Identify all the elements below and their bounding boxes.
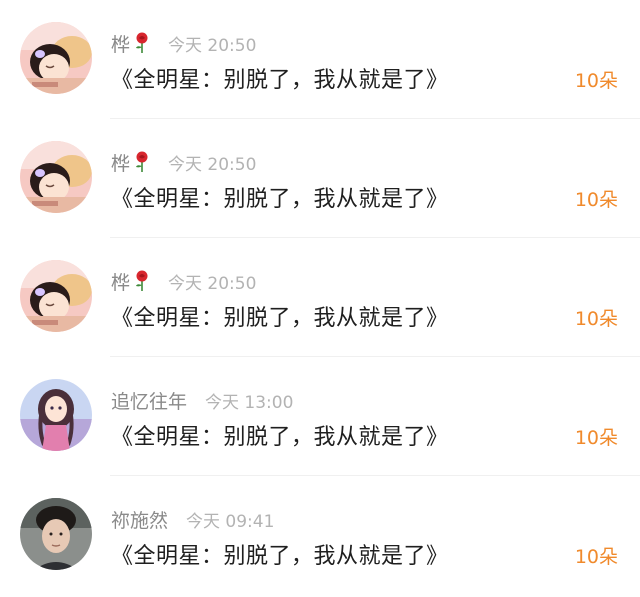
- young-man-avatar-icon: [20, 498, 92, 570]
- gift-amount: 10朵: [574, 546, 618, 568]
- user-avatar[interactable]: [20, 260, 92, 332]
- message-time: 今天 20:50: [168, 154, 257, 175]
- message-content: 《全明星：别脱了，我从就是了》: [111, 544, 449, 569]
- rose-icon: [134, 270, 150, 292]
- rose-icon: [134, 32, 150, 54]
- baby-sleeping-avatar-icon: [20, 22, 92, 94]
- message-content: 《全明星：别脱了，我从就是了》: [111, 68, 449, 93]
- message-meta: 桦 今天 20:50: [111, 30, 256, 56]
- list-item[interactable]: 桦 今天 20:50 《全明星：别脱了，我从就是了》 10朵: [0, 0, 640, 119]
- user-avatar[interactable]: [20, 498, 92, 570]
- baby-sleeping-avatar-icon: [20, 260, 92, 332]
- anime-girl-avatar-icon: [20, 379, 92, 451]
- message-time: 今天 13:00: [205, 392, 294, 413]
- rose-icon: [134, 151, 150, 173]
- list-item[interactable]: 桦 今天 20:50 《全明星：别脱了，我从就是了》 10朵: [0, 238, 640, 357]
- user-name[interactable]: 桦: [111, 30, 130, 57]
- list-item[interactable]: 追忆往年 今天 13:00 《全明星：别脱了，我从就是了》 10朵: [0, 357, 640, 476]
- user-avatar[interactable]: [20, 141, 92, 213]
- baby-sleeping-avatar-icon: [20, 141, 92, 213]
- user-name[interactable]: 追忆往年: [111, 387, 187, 414]
- user-name[interactable]: 祢施然: [111, 506, 168, 533]
- user-avatar[interactable]: [20, 379, 92, 451]
- message-meta: 祢施然 今天 09:41: [111, 506, 274, 532]
- list-item[interactable]: 祢施然 今天 09:41 《全明星：别脱了，我从就是了》 10朵: [0, 476, 640, 595]
- user-avatar[interactable]: [20, 22, 92, 94]
- message-time: 今天 20:50: [168, 35, 257, 56]
- gift-amount: 10朵: [574, 70, 618, 92]
- message-meta: 追忆往年 今天 13:00: [111, 387, 293, 413]
- gift-amount: 10朵: [574, 308, 618, 330]
- message-content: 《全明星：别脱了，我从就是了》: [111, 306, 449, 331]
- message-content: 《全明星：别脱了，我从就是了》: [111, 425, 449, 450]
- message-content: 《全明星：别脱了，我从就是了》: [111, 187, 449, 212]
- gift-amount: 10朵: [574, 189, 618, 211]
- message-meta: 桦 今天 20:50: [111, 149, 256, 175]
- message-meta: 桦 今天 20:50: [111, 268, 256, 294]
- user-name[interactable]: 桦: [111, 149, 130, 176]
- message-time: 今天 09:41: [186, 511, 275, 532]
- gift-message-list: 桦 今天 20:50 《全明星：别脱了，我从就是了》 10朵 桦 今天 20:5…: [0, 0, 640, 597]
- gift-amount: 10朵: [574, 427, 618, 449]
- user-name[interactable]: 桦: [111, 268, 130, 295]
- message-time: 今天 20:50: [168, 273, 257, 294]
- list-item[interactable]: 桦 今天 20:50 《全明星：别脱了，我从就是了》 10朵: [0, 119, 640, 238]
